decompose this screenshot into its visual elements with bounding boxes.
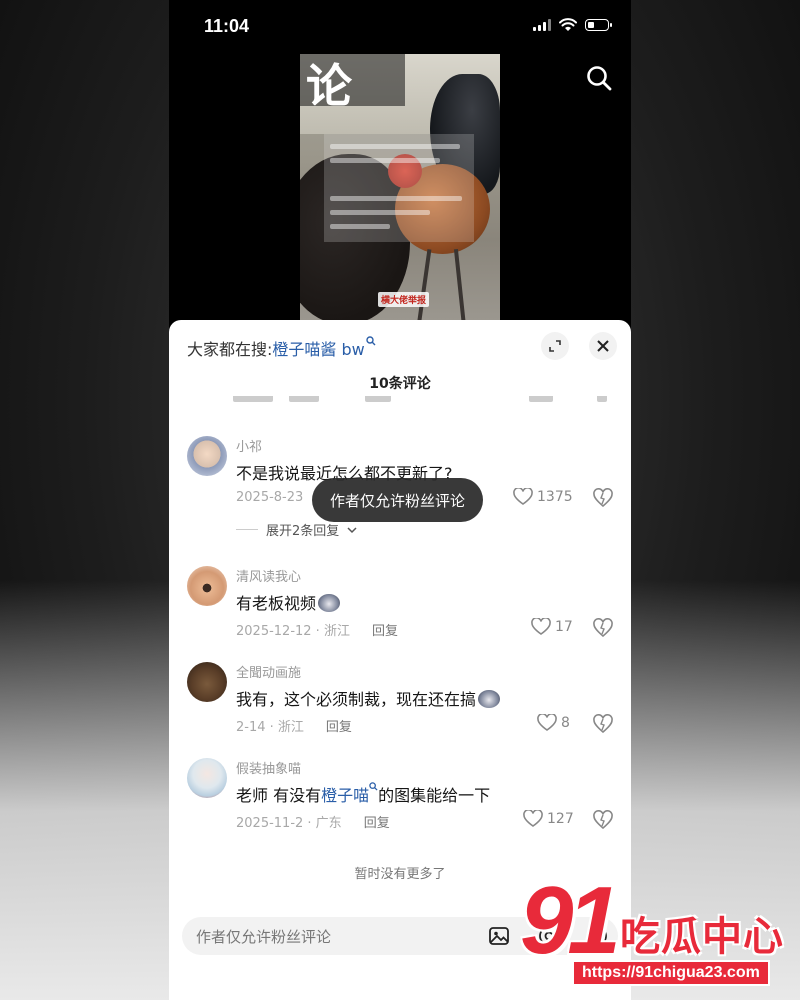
comment-meta: 2025-11-2 · 广东 回复 <box>236 812 390 831</box>
comment-date: 2025-8-23 <box>236 490 304 505</box>
heart-icon <box>513 488 533 505</box>
comment-text-content: 我有，这个必须制裁，现在还在搞 <box>236 690 477 709</box>
reply-button[interactable]: 回复 <box>364 816 390 831</box>
cat-emoji-icon <box>478 690 501 708</box>
video-player[interactable]: 论 横大佬举报 <box>300 54 500 320</box>
video-caption: 横大佬举报 <box>378 292 430 307</box>
heart-icon <box>537 714 557 731</box>
hot-search[interactable]: 大家都在搜:橙子喵酱 bw <box>187 336 376 360</box>
phone-screen: 11:04 论 横大佬举报 大家都在搜:橙子喵酱 bw 10条评论 小祁 不是我… <box>169 0 631 1000</box>
expand-replies-label: 展开2条回复 <box>266 524 340 539</box>
comment-search-link[interactable]: 橙子喵 <box>321 786 369 805</box>
like-count: 8 <box>561 715 570 731</box>
video-title-box: 论 <box>300 54 405 113</box>
like-count: 127 <box>547 811 574 827</box>
comment-username[interactable]: 全聞动画施 <box>236 662 301 681</box>
comment-count: 10条评论 <box>369 376 431 392</box>
expand-replies-button[interactable]: 展开2条回复 <box>236 520 357 539</box>
comment-meta: 2-14 · 浙江 回复 <box>236 716 352 735</box>
like-button[interactable]: 8 <box>537 714 570 732</box>
search-icon[interactable] <box>585 64 613 92</box>
comment-meta: 2025-12-12 · 浙江 回复 <box>236 620 398 639</box>
watermark-name: 吃瓜中心 <box>620 914 784 960</box>
status-time: 11:04 <box>204 16 250 36</box>
toast-message: 作者仅允许粉丝评论 <box>312 478 484 522</box>
signal-icon <box>533 19 551 31</box>
watermark-url: https://91chigua23.com <box>572 960 770 986</box>
comment-meta: 2025-8-23 <box>236 490 303 505</box>
comment-text: 老师 有没有橙子喵 的图集能给一下 <box>236 782 490 806</box>
dislike-icon[interactable] <box>593 714 613 734</box>
hot-search-prefix: 大家都在搜: <box>187 340 273 359</box>
comment-text-after: 的图集能给一下 <box>378 786 491 805</box>
comment-username[interactable]: 假装抽象喵 <box>236 758 301 777</box>
clipped-comment-row <box>229 396 609 408</box>
avatar[interactable] <box>187 662 227 702</box>
comment-username[interactable]: 小祁 <box>236 436 262 455</box>
image-icon[interactable] <box>488 925 510 947</box>
video-rooster-leg <box>416 249 432 320</box>
wifi-icon <box>559 18 577 31</box>
comment-text-content: 有老板视频 <box>236 594 317 613</box>
heart-icon <box>523 810 543 827</box>
video-rooster-leg <box>453 249 467 320</box>
comment-text-before: 老师 有没有 <box>236 786 322 805</box>
like-count: 1375 <box>537 489 573 505</box>
watermark-logo: 91 吃瓜中心 https://91chigua23.com <box>520 867 790 994</box>
hot-search-term[interactable]: 橙子喵酱 bw <box>272 340 364 359</box>
comment-text: 有老板视频 <box>236 590 341 614</box>
dislike-icon[interactable] <box>593 618 613 638</box>
chevron-down-icon <box>347 526 357 533</box>
comment-input-placeholder: 作者仅允许粉丝评论 <box>196 928 332 946</box>
dislike-icon[interactable] <box>593 810 613 830</box>
hot-search-icon <box>366 336 376 346</box>
heart-icon <box>531 618 551 635</box>
video-text-overlay <box>324 134 474 242</box>
comment-text: 我有，这个必须制裁，现在还在搞 <box>236 686 501 710</box>
like-button[interactable]: 17 <box>531 618 573 636</box>
cat-emoji-icon <box>318 594 341 612</box>
like-button[interactable]: 1375 <box>513 488 573 506</box>
video-title-glyph: 论 <box>306 59 352 113</box>
dislike-icon[interactable] <box>593 488 613 508</box>
link-search-icon <box>369 782 378 791</box>
comment-date: 2-14 · 浙江 <box>236 720 304 735</box>
battery-icon <box>585 19 612 31</box>
close-icon <box>597 340 609 352</box>
like-button[interactable]: 127 <box>523 810 574 828</box>
comment-date: 2025-12-12 · 浙江 <box>236 624 350 639</box>
comment-date: 2025-11-2 · 广东 <box>236 816 342 831</box>
comment-username[interactable]: 清风读我心 <box>236 566 301 585</box>
expand-button[interactable] <box>541 332 569 360</box>
like-count: 17 <box>555 619 573 635</box>
reply-button[interactable]: 回复 <box>372 624 398 639</box>
reply-button[interactable]: 回复 <box>326 720 352 735</box>
close-button[interactable] <box>589 332 617 360</box>
avatar[interactable] <box>187 758 227 798</box>
avatar[interactable] <box>187 566 227 606</box>
expand-icon <box>549 340 561 352</box>
status-icons <box>533 18 612 32</box>
avatar[interactable] <box>187 436 227 476</box>
